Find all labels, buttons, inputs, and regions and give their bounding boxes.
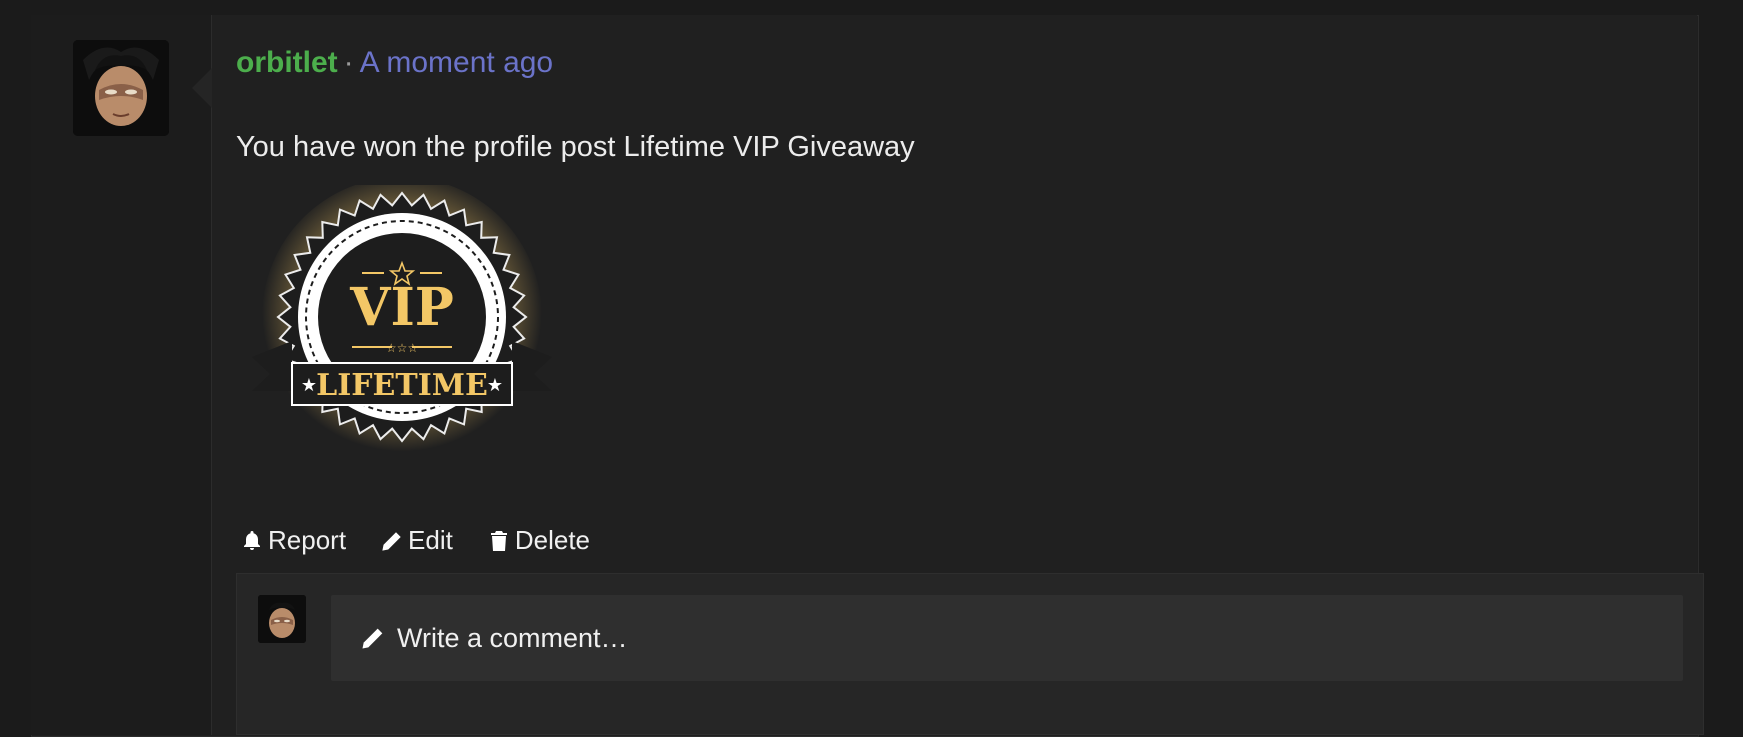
edit-button[interactable]: Edit bbox=[380, 525, 453, 556]
svg-text:★: ★ bbox=[301, 375, 317, 395]
vip-lifetime-badge-image: VIP ☆☆☆ ★ ★ LIFETIME bbox=[252, 177, 552, 465]
username-link[interactable]: orbitlet bbox=[236, 46, 338, 79]
comment-placeholder: Write a comment… bbox=[397, 622, 628, 653]
meta-separator: · bbox=[343, 46, 354, 79]
timestamp-link[interactable]: A moment ago bbox=[360, 46, 553, 79]
badge-vip-text: VIP bbox=[349, 277, 454, 338]
commenter-avatar[interactable] bbox=[258, 595, 306, 643]
delete-button[interactable]: Delete bbox=[487, 525, 590, 556]
badge-lifetime-text: LIFETIME bbox=[316, 368, 488, 403]
svg-text:☆☆☆: ☆☆☆ bbox=[386, 341, 418, 355]
delete-label: Delete bbox=[514, 525, 591, 555]
poster-avatar[interactable] bbox=[73, 40, 169, 136]
post-actions: Report Edit Delete bbox=[240, 525, 590, 556]
report-button[interactable]: Report bbox=[240, 525, 346, 556]
report-label: Report bbox=[268, 525, 347, 555]
svg-text:★: ★ bbox=[487, 375, 503, 395]
pencil-icon bbox=[382, 531, 401, 551]
post-message: You have won the profile post Lifetime V… bbox=[236, 131, 915, 163]
comment-area: Write a comment… bbox=[236, 573, 1704, 735]
trash-icon bbox=[490, 530, 507, 551]
bell-icon bbox=[244, 530, 260, 550]
post-meta: orbitlet · A moment ago bbox=[236, 43, 553, 83]
comment-input[interactable]: Write a comment… bbox=[331, 595, 1683, 681]
pencil-icon bbox=[362, 628, 383, 649]
profile-post: orbitlet · A moment ago You have won the p… bbox=[212, 15, 1704, 735]
edit-label: Edit bbox=[408, 525, 453, 555]
post-pointer-arrow bbox=[192, 68, 212, 108]
